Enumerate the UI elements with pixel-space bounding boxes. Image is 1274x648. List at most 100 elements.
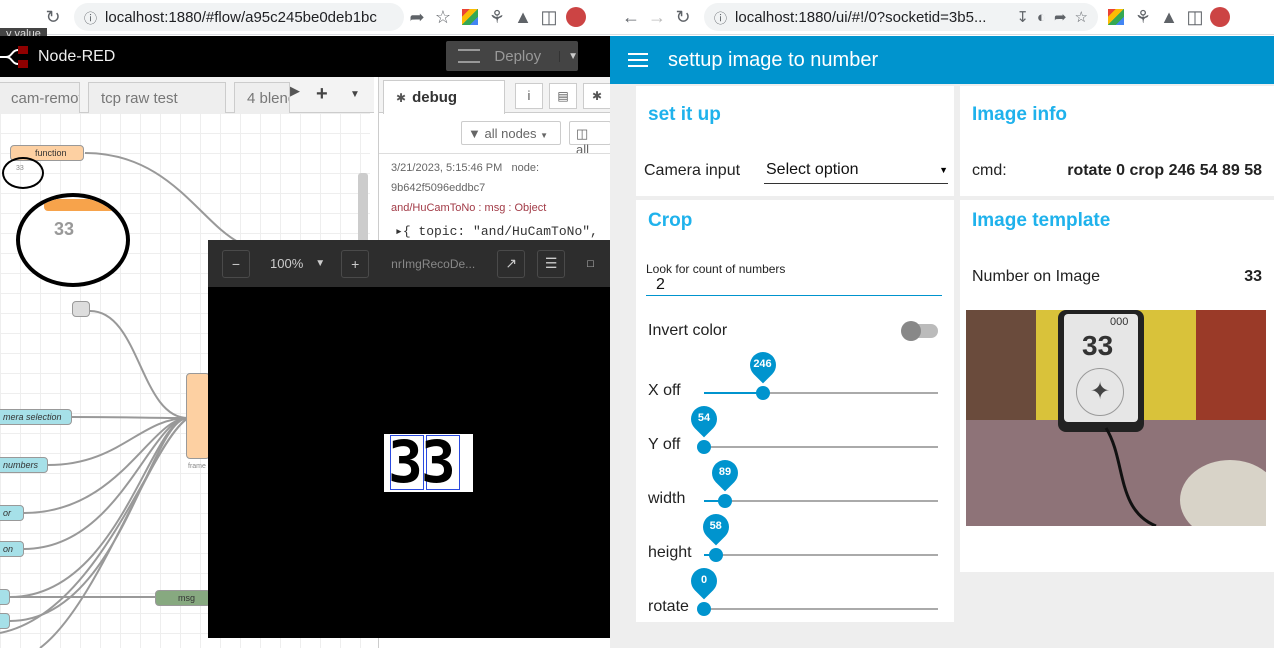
nodered-title: Node-RED	[38, 48, 116, 65]
tab-cam-remote[interactable]: cam-remote	[0, 82, 80, 113]
toggle-knob	[901, 321, 921, 341]
share-icon[interactable]: ➦	[404, 4, 430, 30]
inject-node-b[interactable]	[0, 613, 10, 629]
msg-debug-node[interactable]: msg	[155, 590, 211, 606]
slider-value: 246	[753, 358, 772, 370]
performance-icon[interactable]: ◐	[1037, 9, 1046, 26]
flow-list-chevron-icon[interactable]: ▼	[350, 89, 360, 100]
count-numbers-input[interactable]: 2	[646, 276, 942, 296]
camera-select-value: Select option	[766, 161, 859, 178]
debug-payload[interactable]: ▸{ topic: "and/HuCamToNo",	[395, 224, 598, 239]
zoom-magnifier: 33	[16, 193, 130, 287]
invert-color-toggle[interactable]	[901, 321, 938, 341]
extension-colorful-icon[interactable]	[462, 9, 478, 25]
lab-flask-icon-right[interactable]: ▲	[1156, 4, 1182, 30]
image-template-card: Image template Number on Image 33 000 33…	[960, 200, 1274, 572]
bookmark-star-icon-right[interactable]: ☆	[1075, 8, 1088, 26]
info-icon: ⓘ	[84, 10, 98, 26]
reload-icon-right[interactable]: ↻	[670, 4, 696, 30]
dashboard-title: settup image to number	[668, 48, 879, 71]
big-function-node[interactable]	[186, 373, 210, 459]
extension-colorful-icon-right[interactable]	[1108, 9, 1124, 25]
number-on-image-label: Number on Image	[972, 268, 1101, 285]
add-flow-icon[interactable]: +	[316, 83, 328, 106]
filter-nodes-button[interactable]: ▼ all nodes ▼	[461, 121, 561, 145]
slider-track[interactable]	[704, 446, 938, 448]
back-icon[interactable]: ←	[618, 4, 644, 30]
slider-knob[interactable]	[708, 548, 723, 562]
install-icon[interactable]: ↧	[1016, 8, 1029, 26]
sidepanel-icon[interactable]: ◫	[536, 4, 562, 30]
hamburger-menu-icon[interactable]	[628, 53, 648, 67]
slider-label: X off	[648, 382, 681, 399]
deploy-icon	[458, 49, 481, 63]
slider-knob[interactable]	[718, 494, 733, 508]
msg-node-label: msg	[178, 593, 196, 603]
menu-icon[interactable]: ☰	[537, 249, 566, 278]
right-url: localhost:1880/ui/#!/0?socketid=3b5...	[735, 8, 987, 26]
count-numbers-label: Look for count of numbers	[646, 262, 786, 276]
photo-cable	[1104, 427, 1157, 526]
right-address-bar[interactable]: ⓘ localhost:1880/ui/#!/0?socketid=3b5...…	[704, 3, 1098, 31]
cmd-value: rotate 0 crop 246 54 89 58	[1067, 162, 1262, 179]
help-book-icon[interactable]: ▤	[549, 83, 577, 109]
tab-4-blend[interactable]: 4 blend	[234, 82, 290, 113]
tab-debug[interactable]: ✱ debug	[383, 80, 505, 114]
sidepanel-icon-right[interactable]: ◫	[1182, 4, 1208, 30]
small-node[interactable]	[72, 301, 90, 317]
bookmark-star-icon[interactable]: ☆	[430, 4, 456, 30]
clear-button[interactable]: ◫ all	[569, 121, 611, 157]
zoom-chevron-icon[interactable]: ▼	[315, 258, 325, 269]
profile-avatar[interactable]	[566, 7, 586, 27]
extensions-puzzle-icon-right[interactable]: ⚘	[1130, 4, 1156, 30]
debug-timestamp: 3/21/2023, 5:15:46 PM node:	[391, 162, 540, 174]
deploy-label: Deploy	[494, 47, 542, 65]
scroll-tabs-icon[interactable]: ▶	[290, 83, 300, 99]
camera-selection-node[interactable]: mera selection	[0, 409, 72, 425]
debug-tab-icon[interactable]: ✱	[583, 83, 611, 109]
slider-value: 0	[700, 574, 708, 586]
fullscreen-icon[interactable]: ↗	[497, 249, 526, 278]
extensions-puzzle-icon[interactable]: ⚘	[484, 4, 510, 30]
debug-topic: and/HuCamToNo : msg : Object	[391, 202, 547, 214]
deploy-button[interactable]: Deploy ▼	[446, 41, 578, 71]
on-node[interactable]: on	[0, 541, 24, 557]
slider-track[interactable]	[704, 554, 938, 556]
slider-knob[interactable]	[697, 602, 711, 616]
cropped-digits-image: 33	[384, 434, 473, 492]
slider-track[interactable]	[704, 608, 938, 610]
forward-icon[interactable]: →	[644, 4, 670, 30]
dashboard-toolbar: settup image to number	[610, 36, 1274, 84]
info-tab-icon[interactable]: i	[515, 83, 543, 109]
right-browser-toolbar: ← → ↻ ⓘ localhost:1880/ui/#!/0?socketid=…	[610, 0, 1274, 35]
zoom-in-icon[interactable]: +	[341, 249, 370, 278]
camera-select[interactable]: Select option ▼	[764, 158, 948, 184]
inject-node-a[interactable]	[0, 589, 10, 605]
zoom-node-strip	[44, 199, 122, 211]
zoom-level[interactable]: 100%	[270, 256, 303, 271]
profile-avatar-right[interactable]	[1210, 7, 1230, 27]
reload-icon[interactable]: ↻	[40, 4, 66, 30]
left-address-bar[interactable]: ⓘ localhost:1880/#flow/a95c245be0deb1bc	[74, 3, 404, 31]
slider-label: rotate	[648, 598, 689, 615]
tab-tcp-raw-test[interactable]: tcp raw test	[88, 82, 226, 113]
nodered-logo-icon	[0, 46, 30, 68]
deploy-menu-chevron-icon[interactable]: ▼	[559, 50, 578, 62]
flow-tab-bar: cam-remote tcp raw test 4 blend ▶ + ▼	[0, 77, 374, 113]
slider-knob[interactable]	[755, 386, 770, 400]
slider-label: height	[648, 544, 692, 561]
debug-node-id: 9b642f5096eddbc7	[391, 182, 486, 194]
slider-track[interactable]	[704, 500, 938, 502]
image-info-title: Image info	[972, 104, 1068, 125]
numbers-node[interactable]: numbers	[0, 457, 48, 473]
lab-flask-icon[interactable]: ▲	[510, 4, 536, 30]
count-numbers-value: 2	[656, 276, 665, 293]
cropped-digits: 33	[388, 434, 456, 492]
or-node[interactable]: or	[0, 505, 24, 521]
share-icon-right[interactable]: ➦	[1054, 8, 1067, 26]
zoom-out-icon[interactable]: −	[222, 249, 250, 278]
minimize-icon[interactable]: □	[587, 258, 594, 270]
slider-knob[interactable]	[697, 440, 711, 454]
invert-color-label: Invert color	[648, 322, 728, 339]
debug-message: 3/21/2023, 5:15:46 PM node: 9b642f5096ed…	[379, 153, 611, 243]
